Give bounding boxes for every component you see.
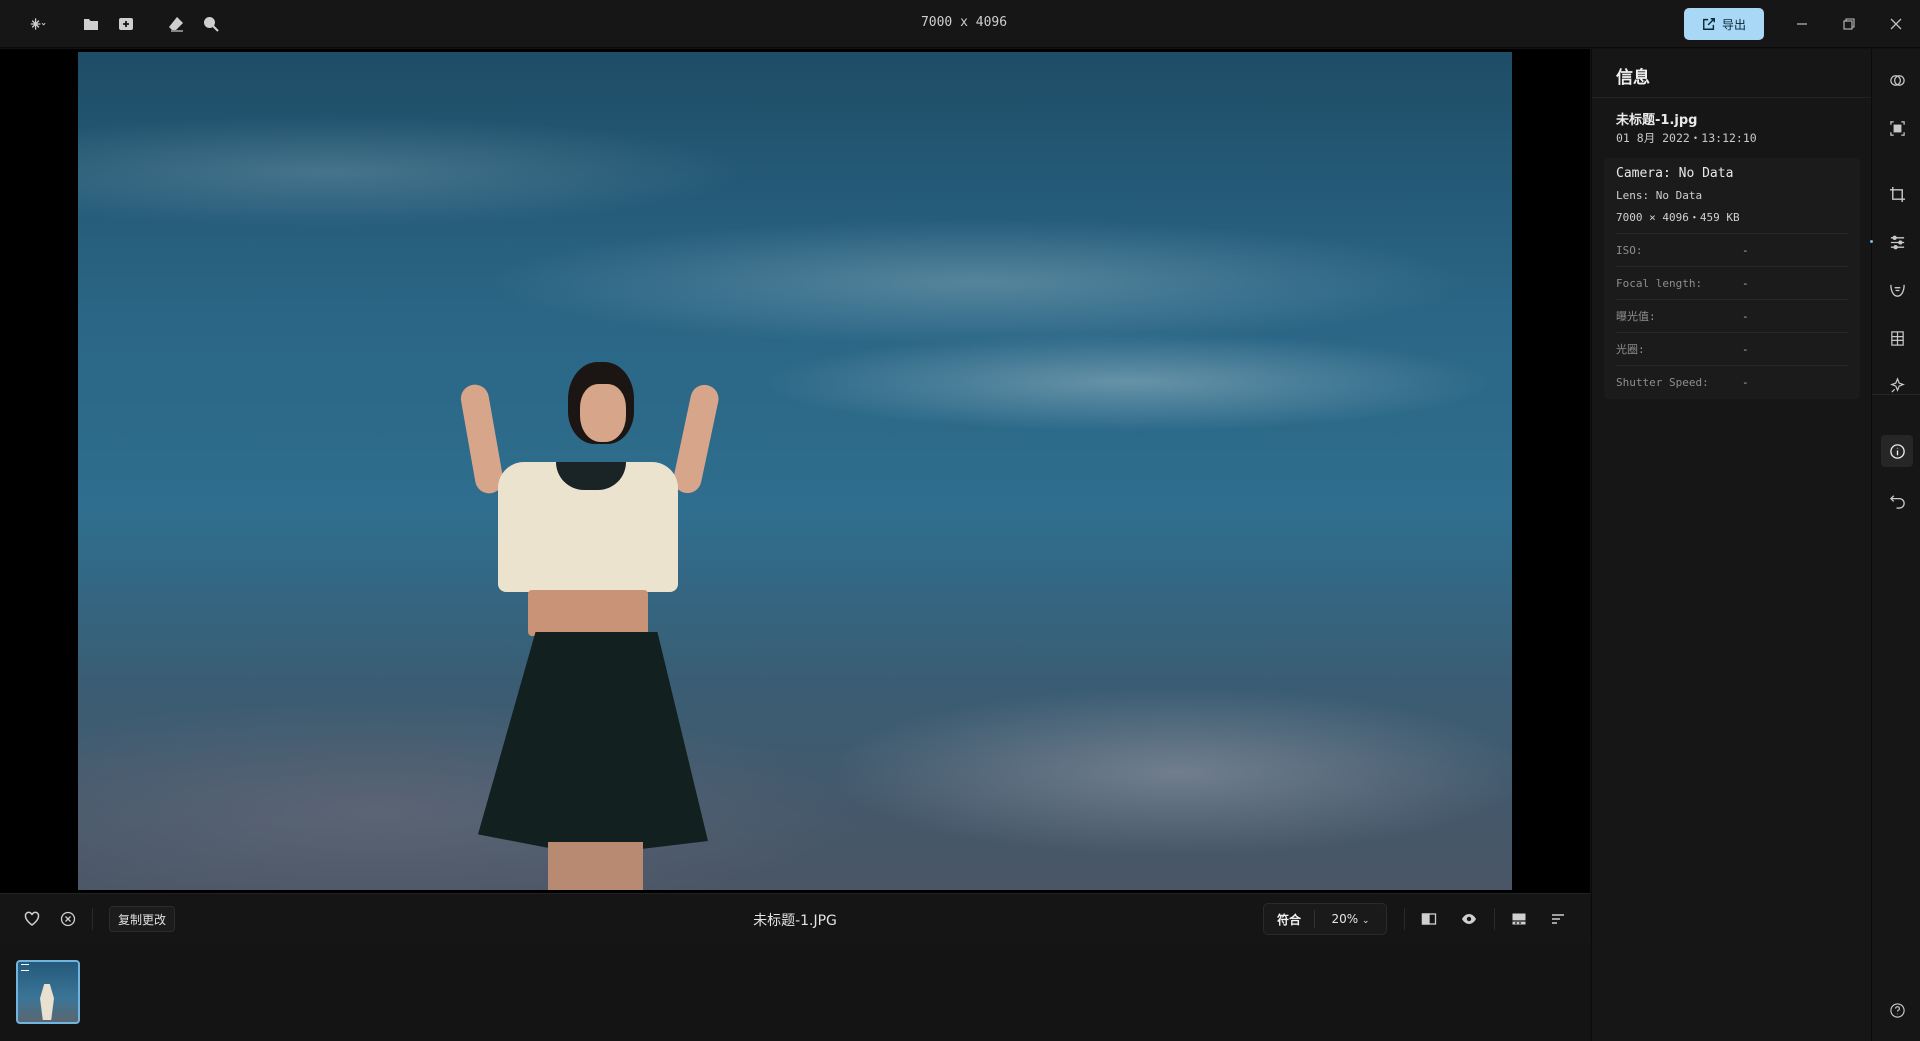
zoom-value: 20% [1331, 912, 1359, 926]
close-icon[interactable] [1884, 12, 1908, 36]
export-icon [1703, 18, 1715, 30]
zoom-dropdown[interactable]: 20% ⌄ [1315, 912, 1386, 926]
photo-subject [458, 362, 722, 890]
minimize-icon[interactable] [1790, 12, 1814, 36]
portrait-retouch-icon[interactable] [1884, 277, 1910, 303]
file-name: 未标题-1.jpg [1616, 113, 1698, 128]
export-button[interactable]: 导出 [1684, 8, 1764, 40]
eye-icon[interactable] [1457, 907, 1481, 931]
metadata-card: Camera: No Data Lens: No Data 7000 × 409… [1604, 158, 1860, 399]
lens-info: Lens: No Data [1616, 189, 1703, 202]
meta-key: Focal length: [1616, 276, 1703, 290]
meta-row-focal-length: Focal length: - [1616, 266, 1848, 299]
meta-key: 光圈: [1616, 343, 1645, 356]
info-icon[interactable] [1881, 435, 1913, 467]
meta-value: - [1742, 243, 1749, 257]
edited-badge-icon [21, 964, 29, 971]
right-tool-rail [1870, 49, 1920, 1041]
sort-icon[interactable] [1546, 907, 1570, 931]
adjust-sliders-icon[interactable] [1884, 229, 1910, 255]
meta-key: 曝光值: [1616, 310, 1656, 323]
zoom-controls: 符合 20% ⌄ [1263, 903, 1387, 935]
dimensions-info: 7000 × 4096・459 KB [1616, 211, 1740, 224]
info-panel: 信息 未标题-1.jpg 01 8月 2022・13:12:10 Camera:… [1591, 49, 1872, 1041]
meta-row-aperture: 光圈: - [1616, 332, 1848, 365]
file-date: 01 8月 2022・13:12:10 [1616, 131, 1757, 145]
select-subject-icon[interactable] [1884, 115, 1910, 141]
meta-row-shutter-speed: Shutter Speed: - [1616, 365, 1848, 398]
layout-grid-icon[interactable] [1884, 325, 1910, 351]
filmstrip-toggle-icon[interactable] [1507, 907, 1531, 931]
crop-icon[interactable] [1884, 181, 1910, 207]
export-label: 导出 [1721, 17, 1746, 32]
photo-preview[interactable] [78, 52, 1512, 890]
fit-button[interactable]: 符合 [1264, 911, 1314, 928]
thumbnail[interactable] [16, 960, 80, 1024]
meta-row-exposure: 曝光值: - [1616, 299, 1848, 332]
meta-value: - [1742, 309, 1749, 323]
meta-key: ISO: [1616, 243, 1643, 257]
camera-info: Camera: No Data [1616, 166, 1734, 181]
filmstrip [0, 943, 1590, 1041]
panel-title: 信息 [1616, 68, 1650, 88]
meta-value: - [1742, 276, 1749, 290]
meta-key: Shutter Speed: [1616, 375, 1709, 389]
meta-value: - [1742, 375, 1749, 389]
history-undo-icon[interactable] [1884, 487, 1910, 513]
meta-value: - [1742, 342, 1749, 356]
compare-icon[interactable] [1417, 907, 1441, 931]
bottom-toolbar: 复制更改 未标题-1.JPG 符合 20% ⌄ [0, 893, 1590, 943]
image-canvas[interactable] [0, 49, 1590, 893]
color-mix-icon[interactable] [1884, 67, 1910, 93]
chevron-down-icon: ⌄ [1361, 916, 1370, 926]
restore-icon[interactable] [1837, 12, 1861, 36]
image-dimensions: 7000 x 4096 [920, 15, 1008, 30]
top-toolbar: 7000 x 4096 导出 [0, 0, 1920, 48]
help-icon[interactable] [1884, 997, 1910, 1023]
meta-row-iso: ISO: - [1616, 233, 1848, 266]
